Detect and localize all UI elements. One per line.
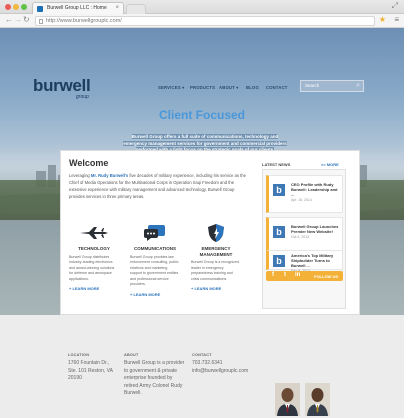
learn-more-link[interactable]: + LEARN MORE <box>69 286 119 291</box>
new-tab-button[interactable] <box>126 4 146 14</box>
news-item[interactable]: b CEO Profile with Rudy Burwell: Leaders… <box>266 175 343 213</box>
twitter-icon[interactable]: t <box>284 272 286 278</box>
chevron-down-icon: ▾ <box>236 85 239 90</box>
b-logo-icon: b <box>273 255 285 267</box>
footer-heading: ABOUT <box>124 353 139 357</box>
nav-products[interactable]: PRODUCTS <box>190 85 215 90</box>
browser-toolbar: ← → ↻ http://www.burwellgrouplc.com/ ★ ≡ <box>0 14 404 28</box>
b-logo-icon: b <box>273 184 285 196</box>
page-icon <box>39 19 43 24</box>
news-date: Oct 4, 2013 <box>291 235 310 239</box>
speech-bubble-icon <box>130 223 180 243</box>
service-communications: COMMUNICATIONS Burwell Group provides la… <box>130 223 180 297</box>
service-emergency-management: EMERGENCY MANAGEMENT Burwell Group is a … <box>191 223 241 291</box>
site-footer: LOCATION 1760 Fountain Dr., Ste. 101 Res… <box>0 315 404 418</box>
social-bar: f t in FOLLOW US <box>266 271 343 281</box>
service-description: Burwell Group provides law enforcement c… <box>130 254 179 287</box>
chevron-down-icon: ▾ <box>182 85 185 90</box>
footer-heading: LOCATION <box>68 353 90 357</box>
follow-us-label: FOLLOW US <box>314 273 338 279</box>
nav-services[interactable]: SERVICES ▾ <box>158 85 184 90</box>
address-line: 20190 <box>68 375 82 381</box>
address-line: 1760 Fountain Dr., <box>68 360 110 366</box>
browser-tab[interactable]: Burwell Group LLC : Home × <box>32 2 124 14</box>
news-title: Burwell Group Launches Premier New Websi… <box>291 224 339 234</box>
footer-heading: CONTACT <box>192 353 212 357</box>
address-bar[interactable]: http://www.burwellgrouplc.com/ <box>35 16 375 26</box>
menu-icon[interactable]: ≡ <box>394 15 399 24</box>
favicon-icon <box>37 6 43 12</box>
team-photo <box>275 383 300 416</box>
footer-location: LOCATION 1760 Fountain Dr., Ste. 101 Res… <box>68 353 113 383</box>
site-logo[interactable]: burwell <box>33 76 91 96</box>
minimize-window-button[interactable] <box>13 4 19 10</box>
rudy-burwell-link[interactable]: Mr. Rudy Burwell's <box>91 173 128 178</box>
shield-icon <box>191 223 241 243</box>
service-title: TECHNOLOGY <box>78 246 110 251</box>
news-title: CEO Profile with Rudy Burwell: Leadershi… <box>291 182 338 197</box>
jet-icon <box>69 223 119 243</box>
service-technology: TECHNOLOGY Burwell Group distributes ind… <box>69 223 119 291</box>
restore-icon[interactable]: ⤢ <box>392 1 398 11</box>
address-line: Ste. 101 Reston, VA <box>68 367 113 374</box>
learn-more-link[interactable]: + LEARN MORE <box>191 286 241 291</box>
content-panel: Welcome Leveraging Mr. Rudy Burwell's fi… <box>60 150 360 315</box>
news-title: America's Top Military Shipbuilder Turns… <box>291 253 334 268</box>
back-arrow-icon[interactable]: ← <box>5 15 13 24</box>
search-input[interactable]: Search ⌕ <box>300 80 364 92</box>
welcome-title: Welcome <box>69 158 109 168</box>
reload-icon[interactable]: ↻ <box>23 15 30 24</box>
linkedin-icon[interactable]: in <box>295 272 300 278</box>
browser-titlebar: Burwell Group LLC : Home × ⤢ <box>0 0 404 14</box>
forward-arrow-icon[interactable]: → <box>14 15 22 24</box>
service-title: EMERGENCY MANAGEMENT <box>199 246 233 257</box>
phone-number[interactable]: 703.732.6341 <box>192 360 248 368</box>
url-text: http://www.burwellgrouplc.com/ <box>46 18 122 24</box>
bookmark-star-icon[interactable]: ★ <box>379 15 386 24</box>
welcome-intro: Leveraging Mr. Rudy Burwell's five decad… <box>69 173 246 199</box>
news-date: Apr. 16, 2014 <box>291 198 312 202</box>
b-logo-icon: b <box>273 226 285 238</box>
service-description: Burwell Group is a recognized leader in … <box>191 260 239 281</box>
service-title: COMMUNICATIONS <box>134 246 176 251</box>
team-photo <box>305 383 330 416</box>
tab-title: Burwell Group LLC : Home <box>47 5 107 11</box>
service-description: Burwell Group distributes industry-leadi… <box>69 254 115 281</box>
footer-contact: CONTACT 703.732.6341 info@burwellgrouplc… <box>192 353 248 375</box>
site-logo-sub: group <box>76 94 89 100</box>
maximize-window-button[interactable] <box>21 4 27 10</box>
nav-about[interactable]: ABOUT ▾ <box>219 85 238 90</box>
latest-news-heading: LATEST NEWS <box>262 162 291 167</box>
news-item[interactable]: b America's Top Military Shipbuilder Tur… <box>266 250 343 273</box>
close-tab-icon[interactable]: × <box>115 3 119 14</box>
email-link[interactable]: info@burwellgrouplc.com <box>192 368 248 376</box>
nav-contact[interactable]: CONTACT <box>266 85 288 90</box>
hero-headline: Client Focused <box>158 108 245 122</box>
facebook-icon[interactable]: f <box>272 272 274 278</box>
footer-about: ABOUT Burwell Group is a provider to gov… <box>124 353 185 396</box>
news-more-link[interactable]: >> MORE <box>321 162 339 167</box>
nav-blog[interactable]: BLOG <box>246 85 259 90</box>
search-icon[interactable]: ⌕ <box>356 81 360 91</box>
learn-more-link[interactable]: + LEARN MORE <box>130 292 180 297</box>
close-window-button[interactable] <box>5 4 11 10</box>
